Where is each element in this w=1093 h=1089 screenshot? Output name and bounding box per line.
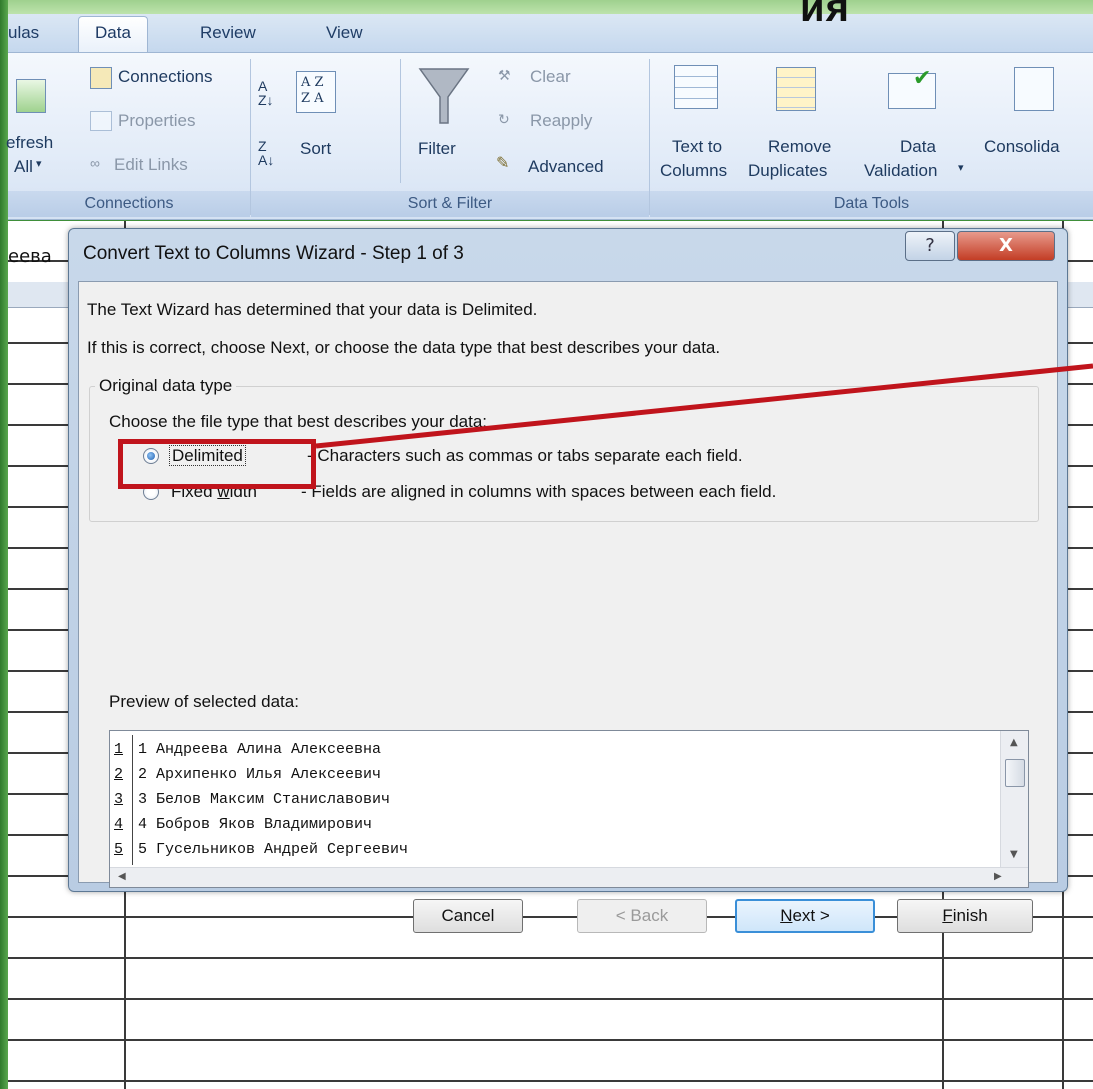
preview-label: Preview of selected data: (109, 692, 299, 711)
choose-file-type-label: Choose the file type that best describes… (109, 412, 488, 431)
wizard-info-line-2: If this is correct, choose Next, or choo… (87, 338, 721, 357)
chevron-down-icon: ▾ (958, 162, 964, 174)
text-to-columns-label-2[interactable]: Columns (660, 161, 727, 181)
refresh-all-label-bottom[interactable]: All (14, 157, 33, 177)
scroll-up-icon[interactable]: ▲ (1010, 737, 1018, 748)
edit-links-icon: ∞ (90, 155, 100, 171)
clear-icon: ⚒ (498, 67, 511, 83)
data-validation-label-2[interactable]: Validation (864, 161, 937, 181)
remove-duplicates-label-2[interactable]: Duplicates (748, 161, 827, 181)
filter-button[interactable]: Filter (418, 139, 456, 159)
tab-review[interactable]: Review (200, 23, 256, 43)
data-tools-group-label: Data Tools (650, 191, 1093, 217)
finish-mnemonic: F (942, 906, 953, 925)
preview-row-number: 5 (114, 841, 124, 858)
scroll-down-icon[interactable]: ▼ (1010, 849, 1018, 860)
cell-text-fragment: еева (8, 246, 52, 267)
original-data-type-legend: Original data type (95, 376, 237, 396)
delimited-description: - Characters such as commas or tabs sepa… (307, 446, 743, 465)
preview-vertical-scrollbar[interactable]: ▲ ▼ (1000, 731, 1028, 867)
data-preview-box[interactable]: 1 1 Андреева Алина Алексеевна 2 2 Архипе… (109, 730, 1029, 888)
slide-frame-top (0, 0, 1093, 14)
preview-horizontal-scrollbar[interactable]: ◀ ▶ (110, 867, 1028, 887)
filter-icon[interactable] (418, 67, 470, 127)
connections-button[interactable]: Connections (118, 67, 213, 87)
text-to-columns-icon[interactable] (674, 65, 718, 109)
preview-row-text: 1 Андреева Алина Алексеевна (138, 741, 382, 758)
preview-row-text: 4 Бобров Яков Владимирович (138, 816, 373, 833)
next-label-rest: ext > (792, 906, 830, 925)
text-to-columns-label-1[interactable]: Text to (672, 137, 722, 157)
preview-row-number: 3 (114, 791, 124, 808)
checkmark-icon: ✔ (913, 65, 932, 90)
tab-view[interactable]: View (326, 23, 363, 43)
advanced-button[interactable]: Advanced (528, 157, 604, 177)
dialog-body: The Text Wizard has determined that your… (78, 281, 1058, 933)
next-mnemonic: N (780, 906, 793, 925)
fixed-width-description: - Fields are aligned in columns with spa… (301, 482, 777, 501)
delimited-highlight-box (118, 439, 316, 489)
tab-formulas[interactable]: ulas (8, 23, 39, 43)
consolidate-icon[interactable] (1014, 67, 1054, 111)
ribbon-tab-bar: ulas Data Review View (8, 14, 1093, 54)
connections-group-label: Connections (8, 191, 250, 217)
scroll-left-icon[interactable]: ◀ (118, 871, 126, 882)
sort-za-icon[interactable]: Z A↓ (258, 139, 274, 167)
preview-row-number: 4 (114, 816, 124, 833)
next-button[interactable]: Next > (735, 899, 875, 933)
preview-row-number: 2 (114, 766, 124, 783)
slide-frame-left (0, 0, 8, 1089)
advanced-icon: ✎ (496, 155, 510, 172)
preview-row-text: 3 Белов Максим Станиславович (138, 791, 391, 808)
clear-button[interactable]: Clear (530, 67, 571, 87)
scroll-thumb[interactable] (1005, 759, 1025, 787)
tab-data[interactable]: Data (78, 16, 148, 54)
back-button[interactable]: < Back (577, 899, 707, 933)
remove-duplicates-label-1[interactable]: Remove (768, 137, 831, 157)
consolidate-label[interactable]: Consolida (984, 137, 1060, 157)
preview-row-text: 5 Гусельников Андрей Сергеевич (138, 841, 409, 858)
slide-title-fragment: ия (800, 0, 850, 30)
sort-filter-group-label: Sort & Filter (251, 191, 649, 217)
finish-button[interactable]: Finish (897, 899, 1033, 933)
close-button[interactable]: X (957, 231, 1055, 261)
ribbon: efresh All ▾ Connections Properties ∞ Ed… (6, 52, 1093, 220)
sort-dialog-glyphs: A ZZ A (301, 75, 324, 106)
edit-links-button[interactable]: Edit Links (114, 155, 188, 175)
scroll-right-icon[interactable]: ▶ (994, 871, 1002, 882)
properties-icon (90, 111, 112, 131)
refresh-all-icon[interactable] (16, 79, 46, 113)
cancel-button[interactable]: Cancel (413, 899, 523, 933)
wizard-info-line-1: The Text Wizard has determined that your… (87, 300, 538, 319)
preview-row-number: 1 (114, 741, 124, 758)
refresh-all-label-top[interactable]: efresh (6, 133, 53, 153)
reapply-button[interactable]: Reapply (530, 111, 592, 131)
chevron-down-icon: ▾ (36, 158, 42, 170)
subgroup-divider (400, 59, 401, 183)
sort-az-icon[interactable]: A Z↓ (258, 79, 274, 107)
remove-duplicates-icon[interactable] (776, 67, 816, 111)
properties-button[interactable]: Properties (118, 111, 195, 131)
dialog-title: Convert Text to Columns Wizard - Step 1 … (83, 243, 464, 264)
reapply-icon: ↻ (498, 111, 510, 127)
sort-button[interactable]: Sort (300, 139, 331, 159)
help-button[interactable]: ? (905, 231, 955, 261)
connections-icon (90, 67, 112, 89)
finish-label-rest: inish (952, 906, 988, 925)
preview-column-separator (132, 735, 133, 865)
preview-row-text: 2 Архипенко Илья Алексеевич (138, 766, 382, 783)
data-validation-label-1[interactable]: Data (900, 137, 936, 157)
text-to-columns-dialog: Convert Text to Columns Wizard - Step 1 … (68, 228, 1068, 933)
